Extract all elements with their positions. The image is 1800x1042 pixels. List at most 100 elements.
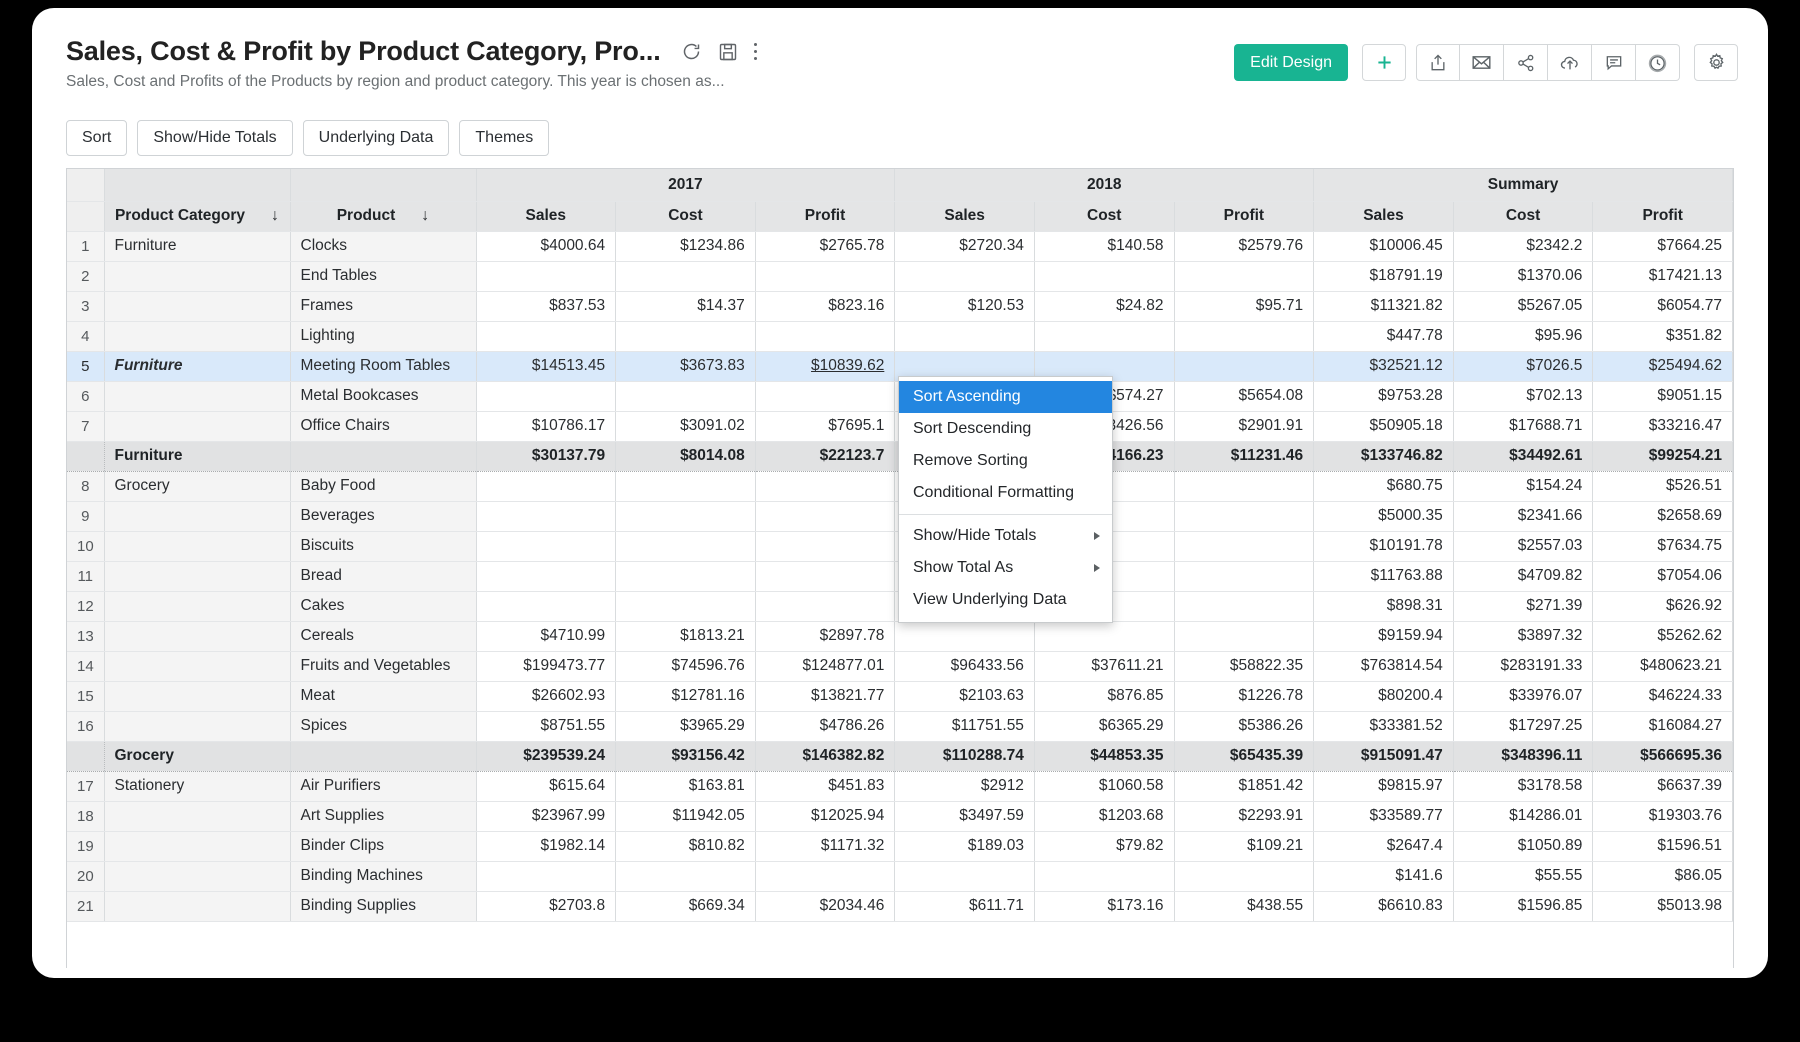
cell-measure-value[interactable]: $17421.13 <box>1593 261 1733 291</box>
cell-measure-value[interactable]: $5267.05 <box>1453 291 1593 321</box>
cell-product[interactable]: Lighting <box>290 321 476 351</box>
cell-measure-value[interactable] <box>616 261 756 291</box>
header-2017-profit[interactable]: Profit <box>755 201 895 231</box>
cell-measure-value[interactable]: $2912 <box>895 771 1035 801</box>
cell-measure-value[interactable]: $2720.34 <box>895 231 1035 261</box>
email-icon[interactable] <box>1460 44 1504 81</box>
table-row[interactable]: 1FurnitureClocks$4000.64$1234.86$2765.78… <box>67 231 1733 261</box>
cell-measure-value[interactable]: $6610.83 <box>1314 891 1454 921</box>
header-summary-profit[interactable]: Profit <box>1593 201 1733 231</box>
cell-measure-value[interactable]: $93156.42 <box>616 741 756 771</box>
save-icon[interactable] <box>718 42 738 62</box>
cell-measure-value[interactable]: $133746.82 <box>1314 441 1454 471</box>
cell-measure-value[interactable]: $1596.85 <box>1453 891 1593 921</box>
cell-measure-value[interactable]: $95.96 <box>1453 321 1593 351</box>
cell-measure-value[interactable]: $10839.62 <box>755 351 895 381</box>
cell-measure-value[interactable] <box>1174 561 1314 591</box>
cell-product[interactable]: Binding Machines <box>290 861 476 891</box>
header-2018-profit[interactable]: Profit <box>1174 201 1314 231</box>
cell-measure-value[interactable]: $33589.77 <box>1314 801 1454 831</box>
cell-measure-value[interactable]: $2579.76 <box>1174 231 1314 261</box>
cell-measure-value[interactable]: $154.24 <box>1453 471 1593 501</box>
cell-measure-value[interactable] <box>1034 861 1174 891</box>
cell-measure-value[interactable]: $1370.06 <box>1453 261 1593 291</box>
cell-measure-value[interactable]: $18791.19 <box>1314 261 1454 291</box>
cell-product[interactable] <box>290 741 476 771</box>
cell-measure-value[interactable]: $6637.39 <box>1593 771 1733 801</box>
cell-measure-value[interactable]: $438.55 <box>1174 891 1314 921</box>
cell-measure-value[interactable] <box>1174 351 1314 381</box>
cell-measure-value[interactable]: $4709.82 <box>1453 561 1593 591</box>
cell-measure-value[interactable] <box>616 381 756 411</box>
cell-measure-value[interactable]: $5386.26 <box>1174 711 1314 741</box>
cell-measure-value[interactable]: $526.51 <box>1593 471 1733 501</box>
sort-desc-arrow-icon-product[interactable]: ↓ <box>421 207 429 225</box>
header-product-category[interactable]: Product Category ↓ <box>104 201 290 231</box>
cell-product-category[interactable]: Furniture <box>104 231 290 261</box>
cell-product[interactable]: Fruits and Vegetables <box>290 651 476 681</box>
group-header-summary[interactable]: Summary <box>1314 169 1733 201</box>
cell-measure-value[interactable]: $79.82 <box>1034 831 1174 861</box>
cell-measure-value[interactable] <box>1174 471 1314 501</box>
cell-measure-value[interactable]: $876.85 <box>1034 681 1174 711</box>
cell-measure-value[interactable]: $11751.55 <box>895 711 1035 741</box>
cell-measure-value[interactable]: $810.82 <box>616 831 756 861</box>
cell-measure-value[interactable] <box>616 471 756 501</box>
cell-measure-value[interactable]: $17688.71 <box>1453 411 1593 441</box>
cell-measure-value[interactable]: $4710.99 <box>476 621 616 651</box>
table-row[interactable]: 16Spices$8751.55$3965.29$4786.26$11751.5… <box>67 711 1733 741</box>
cell-measure-value[interactable]: $11321.82 <box>1314 291 1454 321</box>
cell-product-category[interactable] <box>104 711 290 741</box>
cell-measure-value[interactable]: $32521.12 <box>1314 351 1454 381</box>
cell-measure-value[interactable]: $1234.86 <box>616 231 756 261</box>
cell-measure-value[interactable]: $1851.42 <box>1174 771 1314 801</box>
cell-measure-value[interactable]: $9753.28 <box>1314 381 1454 411</box>
cell-product-category[interactable]: Furniture <box>104 441 290 471</box>
cell-measure-value[interactable]: $163.81 <box>616 771 756 801</box>
cell-measure-value[interactable]: $3965.29 <box>616 711 756 741</box>
cell-measure-value[interactable]: $2557.03 <box>1453 531 1593 561</box>
cell-measure-value[interactable]: $1226.78 <box>1174 681 1314 711</box>
cell-measure-value[interactable]: $16084.27 <box>1593 711 1733 741</box>
cell-measure-value[interactable]: $10191.78 <box>1314 531 1454 561</box>
cell-product[interactable]: Biscuits <box>290 531 476 561</box>
cell-measure-value[interactable]: $2658.69 <box>1593 501 1733 531</box>
cell-measure-value[interactable] <box>616 861 756 891</box>
menu-item-show-total-as[interactable]: Show Total As <box>899 552 1112 584</box>
cell-measure-value[interactable] <box>1174 531 1314 561</box>
cell-measure-value[interactable] <box>476 261 616 291</box>
cell-measure-value[interactable]: $2897.78 <box>755 621 895 651</box>
comment-icon[interactable] <box>1592 44 1636 81</box>
cell-measure-value[interactable]: $11763.88 <box>1314 561 1454 591</box>
cell-measure-value[interactable]: $8014.08 <box>616 441 756 471</box>
cell-measure-value[interactable]: $11942.05 <box>616 801 756 831</box>
cell-measure-value[interactable]: $14.37 <box>616 291 756 321</box>
cell-measure-value[interactable]: $140.58 <box>1034 231 1174 261</box>
table-row[interactable]: 19Binder Clips$1982.14$810.82$1171.32$18… <box>67 831 1733 861</box>
cell-measure-value[interactable]: $46224.33 <box>1593 681 1733 711</box>
cell-measure-value[interactable]: $451.83 <box>755 771 895 801</box>
cell-measure-value[interactable]: $7664.25 <box>1593 231 1733 261</box>
cell-measure-value[interactable]: $146382.82 <box>755 741 895 771</box>
cell-measure-value[interactable]: $95.71 <box>1174 291 1314 321</box>
cell-measure-value[interactable]: $34492.61 <box>1453 441 1593 471</box>
cell-product-category[interactable] <box>104 561 290 591</box>
cell-measure-value[interactable]: $74596.76 <box>616 651 756 681</box>
cell-measure-value[interactable]: $10006.45 <box>1314 231 1454 261</box>
cell-measure-value[interactable] <box>1034 321 1174 351</box>
cell-measure-value[interactable]: $1203.68 <box>1034 801 1174 831</box>
cell-measure-value[interactable] <box>476 561 616 591</box>
edit-design-button[interactable]: Edit Design <box>1234 44 1348 81</box>
cell-measure-value[interactable]: $271.39 <box>1453 591 1593 621</box>
cell-measure-value[interactable]: $2034.46 <box>755 891 895 921</box>
cell-measure-value[interactable]: $566695.36 <box>1593 741 1733 771</box>
cell-measure-value[interactable]: $99254.21 <box>1593 441 1733 471</box>
gear-icon[interactable] <box>1694 44 1738 81</box>
cell-measure-value[interactable]: $2765.78 <box>755 231 895 261</box>
cell-measure-value[interactable]: $239539.24 <box>476 741 616 771</box>
more-options-icon[interactable] <box>754 41 757 62</box>
cell-measure-value[interactable]: $17297.25 <box>1453 711 1593 741</box>
cell-product[interactable]: Air Purifiers <box>290 771 476 801</box>
cell-product[interactable]: Art Supplies <box>290 801 476 831</box>
cell-measure-value[interactable] <box>476 501 616 531</box>
